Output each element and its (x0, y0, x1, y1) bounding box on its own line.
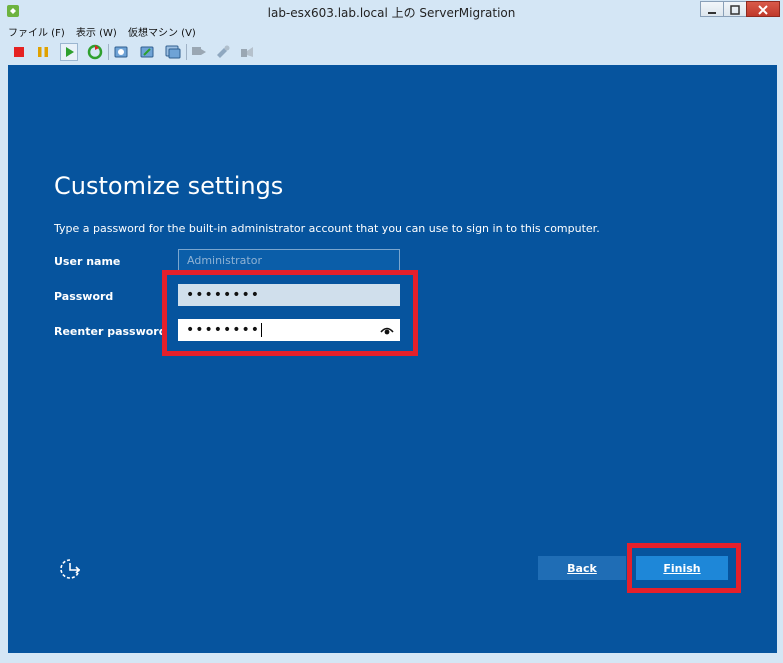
minimize-button[interactable] (700, 1, 724, 17)
snapshot-icon[interactable] (112, 43, 130, 61)
user-name-label: User name (54, 255, 121, 268)
menu-bar: ファイル (F) 表示 (W) 仮想マシン (V) (8, 24, 204, 40)
send-keys-icon[interactable] (238, 43, 256, 61)
window-bottom-border (8, 653, 777, 663)
reset-icon[interactable] (86, 43, 104, 61)
revert-snapshot-icon[interactable] (138, 43, 156, 61)
ease-of-access-icon[interactable] (59, 557, 85, 581)
vm-console-window: lab-esx603.lab.local 上の ServerMigration … (0, 0, 783, 663)
user-name-field: Administrator (178, 249, 400, 271)
password-label: Password (54, 290, 114, 303)
finish-highlight-box (627, 543, 741, 593)
stop-icon[interactable] (10, 43, 28, 61)
snapshot-manager-icon[interactable] (164, 43, 182, 61)
back-button[interactable]: Back (538, 556, 626, 580)
vm-console-screen[interactable]: Customize settings Type a password for t… (8, 65, 777, 653)
toolbar-separator (186, 44, 187, 60)
title-bar: lab-esx603.lab.local 上の ServerMigration (0, 0, 783, 24)
user-name-placeholder: Administrator (187, 253, 262, 267)
minimize-icon (708, 12, 716, 14)
menu-vm[interactable]: 仮想マシン (V) (128, 24, 196, 39)
menu-file[interactable]: ファイル (F) (8, 24, 65, 39)
setup-description: Type a password for the built-in adminis… (54, 222, 600, 235)
window-title: lab-esx603.lab.local 上の ServerMigration (267, 6, 516, 20)
toolbar-separator (108, 44, 109, 60)
close-button[interactable] (746, 1, 780, 17)
play-icon[interactable] (60, 43, 78, 61)
close-icon (758, 5, 768, 15)
menu-view[interactable]: 表示 (W) (76, 24, 117, 39)
page-title: Customize settings (54, 172, 284, 200)
maximize-button[interactable] (723, 1, 747, 17)
maximize-icon (730, 5, 740, 15)
console-icon[interactable] (190, 43, 208, 61)
password-highlight-box (162, 270, 418, 356)
toolbar (8, 42, 768, 62)
settings-icon[interactable] (214, 43, 232, 61)
reenter-password-label: Reenter password (54, 325, 167, 338)
pause-icon[interactable] (34, 43, 52, 61)
